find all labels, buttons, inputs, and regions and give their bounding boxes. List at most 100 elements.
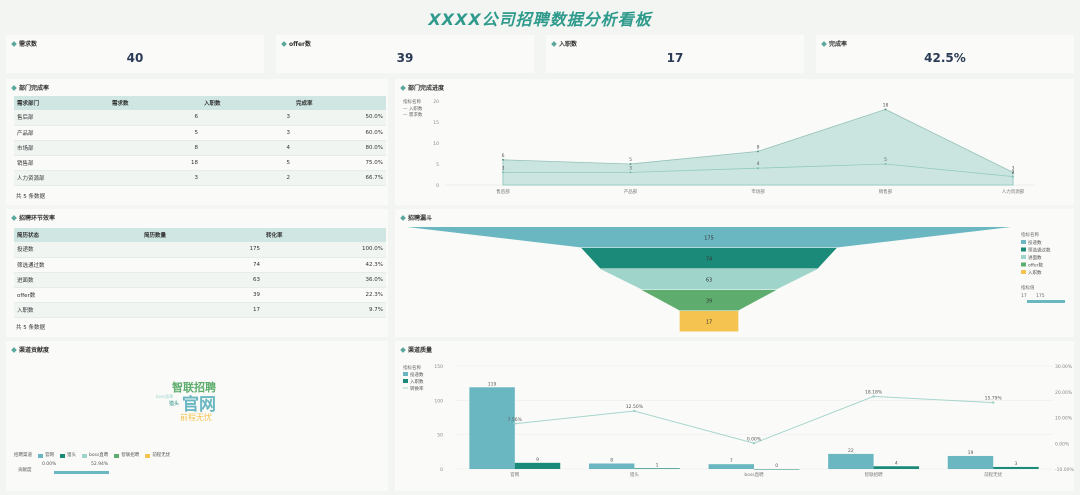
- kpi-label: 需求数: [19, 41, 38, 48]
- table-cell: 63: [141, 272, 263, 288]
- legend-label: 智联招聘: [121, 453, 140, 458]
- table-row[interactable]: 产品部 5 3 60.0%: [14, 125, 386, 141]
- table-row[interactable]: 进面数 63 36.0%: [14, 272, 386, 288]
- legend-label: offer数: [1028, 262, 1043, 269]
- data-point: [502, 171, 504, 174]
- kpi-value: 17: [666, 51, 684, 65]
- rate-label: 0.00%: [747, 436, 762, 442]
- y-tick-label: 0: [440, 467, 443, 473]
- contrib-bar-label: 贡献度: [18, 468, 32, 473]
- table-cell: 50.0%: [293, 110, 386, 126]
- dept-table-card: 部门完成率 需求部门 需求数 入职数 完成率 售后部 6 3 50.0% 产品部 5 3 60.0% 市…: [6, 79, 388, 205]
- bar-hire: [514, 462, 561, 469]
- x-tick-label: 智联招聘: [865, 471, 883, 478]
- table-row[interactable]: 售后部 6 3 50.0%: [14, 110, 386, 126]
- data-label: 3: [502, 165, 505, 171]
- channel-contrib-card: 渠道贡献度 智联招聘 boss直聘 猎头 官网 前程无忧 招聘渠道 官网 猎头 bo…: [6, 341, 388, 491]
- table-cell: 售后部: [14, 110, 109, 126]
- channel-quality-card: 渠道质量 0 50 100 150 -10.00% 0.00% 10.00% 20.00% 30…: [395, 341, 1074, 491]
- slider-max: 175: [1036, 293, 1045, 299]
- x-tick-label: 人力资源部: [1002, 188, 1025, 195]
- rate-label: 18.18%: [865, 389, 883, 395]
- table-row[interactable]: 入职数 17 9.7%: [14, 302, 386, 318]
- funnel-value: 39: [706, 299, 712, 305]
- column-header[interactable]: 简历数量: [141, 228, 263, 242]
- table-cell: 39: [141, 287, 263, 303]
- table-cell: 9.7%: [263, 302, 386, 318]
- legend-swatch: [1021, 240, 1026, 244]
- table-cell: 市场部: [14, 140, 109, 156]
- x-tick-label: boss直聘: [744, 471, 764, 478]
- legend-item[interactable]: 猎头: [60, 453, 76, 459]
- data-point: [757, 167, 759, 170]
- kpi-value: 40: [126, 51, 144, 65]
- legend-item[interactable]: 智联招聘: [114, 453, 139, 459]
- page-title: XXXX公司招聘数据分析看板: [428, 10, 652, 29]
- table-row[interactable]: 市场部 8 4 80.0%: [14, 140, 386, 156]
- table-cell: 销售部: [14, 155, 109, 171]
- table-cell: 22.3%: [263, 287, 386, 303]
- x-tick-label: 官网: [510, 471, 519, 478]
- contrib-range-max: 52.94%: [91, 462, 109, 467]
- rate-label: 12.50%: [626, 404, 644, 410]
- table-row[interactable]: 投递数 175 100.0%: [14, 242, 386, 258]
- y-tick-label: 5: [436, 162, 439, 168]
- data-label: 2: [1012, 170, 1015, 176]
- funnel-value: 175: [704, 236, 714, 242]
- legend-label: 进面数: [1028, 254, 1042, 261]
- table-cell: 入职数: [14, 302, 141, 318]
- card-title: 渠道贡献度: [19, 347, 50, 354]
- y-tick-label: 10: [433, 141, 439, 147]
- legend-label: boss直聘: [89, 453, 109, 458]
- table-footer: 共 5 条数据: [16, 325, 45, 331]
- legend-label: 入职数: [410, 378, 424, 385]
- contrib-gradient-bar[interactable]: [54, 471, 109, 474]
- table-row[interactable]: 人力资源部 3 2 66.7%: [14, 170, 386, 186]
- funnel-table-card: 招聘环节效率 简历状态 简历数量 转化率 投递数 175 100.0% 筛选通过数 74 42.…: [6, 209, 388, 337]
- kpi-value: 42.5%: [924, 51, 966, 65]
- column-header[interactable]: 需求部门: [14, 96, 109, 110]
- table-row[interactable]: 销售部 18 5 75.0%: [14, 155, 386, 171]
- legend-label: 筛选通过数: [1028, 247, 1051, 254]
- rate-point: [752, 442, 756, 445]
- y-tick-label: 150: [434, 364, 443, 370]
- legend-swatch: [403, 379, 408, 383]
- contrib-range-min: 0.00%: [42, 462, 57, 467]
- table-cell: 4: [201, 140, 293, 156]
- legend-item[interactable]: boss直聘: [82, 453, 108, 459]
- channel-quality-chart: 050100150-10.00%0.00%10.00%20.00%30.00%1…: [403, 364, 1074, 478]
- bar-hire: [993, 466, 1039, 469]
- table-row[interactable]: offer数 39 22.3%: [14, 287, 386, 303]
- legend-item[interactable]: 官网: [38, 453, 54, 459]
- data-point: [884, 163, 887, 165]
- legend-item[interactable]: 前程无忧: [145, 453, 170, 459]
- bar-apply: [828, 453, 874, 469]
- legend-swatch: [1021, 262, 1026, 267]
- legend-swatch: [1021, 270, 1026, 274]
- kpi-value: 39: [396, 51, 414, 65]
- legend-label: 转换率: [410, 385, 424, 392]
- legend-label: 入职数: [1028, 269, 1042, 276]
- column-header[interactable]: 入职数: [201, 96, 293, 110]
- column-header[interactable]: 转化率: [263, 228, 386, 242]
- kpi-card: 入职数 17: [546, 35, 804, 73]
- funnel-value: 74: [706, 257, 712, 263]
- column-header[interactable]: 简历状态: [14, 228, 141, 242]
- bar-label: 119: [488, 381, 497, 387]
- rate-point: [872, 395, 875, 398]
- table-cell: 175: [141, 242, 263, 258]
- bar-label: 3: [1014, 461, 1017, 467]
- section-marker-icon: [551, 40, 557, 47]
- table-row[interactable]: 筛选通过数 74 42.3%: [14, 257, 386, 273]
- table-cell: 18: [109, 155, 201, 171]
- table-cell: 6: [109, 110, 201, 126]
- bar-hire: [754, 469, 800, 470]
- word-qiancheng: 前程无忧: [180, 413, 212, 422]
- section-marker-icon: [11, 40, 17, 47]
- column-header[interactable]: 需求数: [109, 96, 201, 110]
- table-footer: 共 5 条数据: [16, 194, 45, 200]
- y2-tick-label: 30.00%: [1055, 364, 1073, 370]
- data-label: 6: [502, 153, 505, 159]
- column-header[interactable]: 完成率: [293, 96, 386, 110]
- area-chart: 051015206581833 3452售后部 产品部 市场部 销售部 人力资源部指标名称…: [403, 98, 1035, 195]
